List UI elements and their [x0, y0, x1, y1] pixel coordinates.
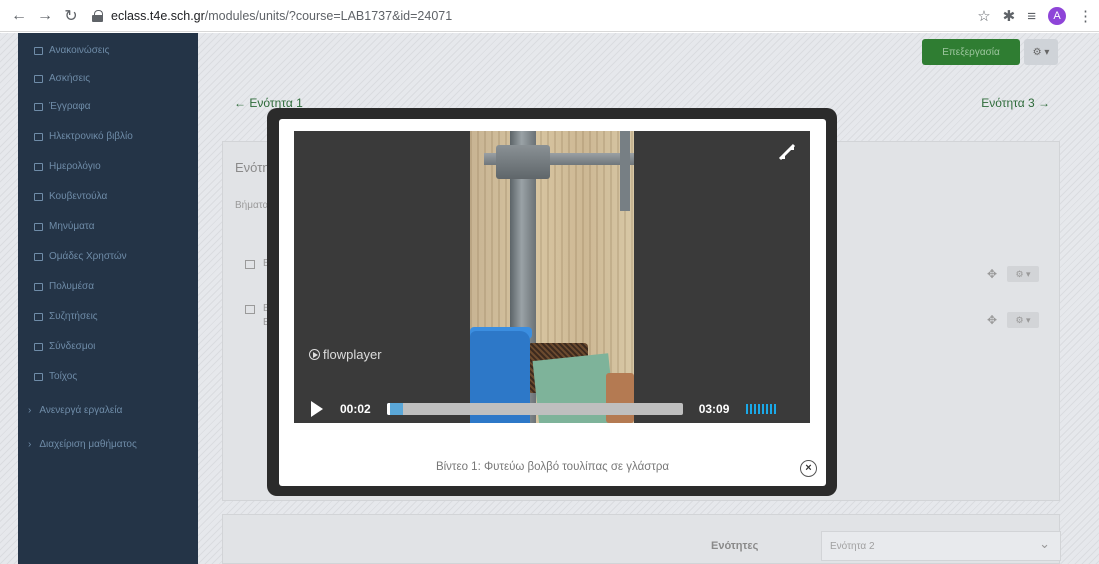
sidebar-item-announcements[interactable]: Ανακοινώσεις	[34, 45, 109, 56]
panel-subtitle: Βήματα	[235, 200, 269, 211]
fullscreen-icon[interactable]	[778, 143, 796, 161]
sidebar-item-links[interactable]: Σύνδεσμοι	[34, 341, 95, 352]
folder-icon	[34, 102, 43, 111]
units-nav-bar: Ενότητες Ενότητα 2	[222, 514, 1061, 564]
chat-icon	[34, 192, 43, 201]
sidebar-item-chat[interactable]: Κουβεντούλα	[34, 191, 107, 202]
elapsed-time: 00:02	[340, 402, 371, 416]
volume-bar	[754, 404, 757, 414]
playlist-icon[interactable]: ≡	[1027, 8, 1036, 25]
move-icon[interactable]: ✥	[987, 313, 997, 327]
edit-row-icon	[245, 305, 255, 314]
volume-bar	[766, 404, 769, 414]
duration-time: 03:09	[698, 402, 730, 416]
sidebar-item-calendar[interactable]: Ημερολόγιο	[34, 161, 101, 172]
announce-icon	[34, 46, 43, 55]
sidebar-item-exercises[interactable]: Ασκήσεις	[34, 73, 90, 84]
row-gear-icon[interactable]: ⚙ ▾	[1007, 312, 1039, 328]
units-label: Ενότητες	[711, 540, 759, 552]
url-path: /modules/units/?course=LAB1737&id=24071	[204, 9, 453, 23]
film-icon	[34, 282, 43, 291]
comments-icon	[34, 312, 43, 321]
sidebar-item-messages[interactable]: Μηνύματα	[34, 221, 95, 232]
volume-bar	[774, 404, 777, 414]
reload-icon[interactable]: ↻	[60, 5, 82, 27]
sidebar-item-ebook[interactable]: Ηλεκτρονικό βιβλίο	[34, 131, 133, 142]
mail-icon	[34, 222, 43, 231]
volume-bar	[762, 404, 765, 414]
video-caption: Βίντεο 1: Φυτεύω βολβό τουλίπας σε γλάστ…	[435, 461, 670, 473]
volume-bar	[746, 404, 749, 414]
browser-toolbar: ← → ↻ eclass.t4e.sch.gr/modules/units/?c…	[0, 0, 1099, 32]
edit-tools-button[interactable]: Επεξεργασία	[922, 39, 1020, 65]
sidebar: Ανακοινώσεις Ασκήσεις Έγγραφα Ηλεκτρονικ…	[18, 33, 198, 564]
next-unit-link[interactable]: Ενότητα 3 →	[981, 96, 1050, 110]
star-icon[interactable]: ☆	[977, 7, 990, 25]
row-gear-icon[interactable]: ⚙ ▾	[1007, 266, 1039, 282]
close-icon[interactable]: ×	[800, 460, 817, 477]
volume-bar	[770, 404, 773, 414]
url-host: eclass.t4e.sch.gr	[111, 9, 205, 23]
sidebar-item-groups[interactable]: Ομάδες Χρηστών	[34, 251, 127, 262]
units-select[interactable]: Ενότητα 2	[821, 531, 1061, 561]
video-modal: flowplayer 00:02 03:09 Βίντεο 1: Φυτεύω …	[279, 119, 826, 486]
pipe-clamp	[496, 145, 550, 179]
sidebar-item-forums[interactable]: Συζητήσεις	[34, 311, 98, 322]
users-icon	[34, 252, 43, 261]
menu-icon[interactable]: ⋮	[1078, 7, 1093, 25]
player-controls: 00:02 03:09	[294, 395, 810, 423]
avatar[interactable]: A	[1048, 7, 1066, 25]
sidebar-item-wall[interactable]: Τοίχος	[34, 371, 77, 382]
chevron-right-icon: ›	[28, 405, 32, 416]
exercise-icon	[34, 74, 43, 83]
volume-bar	[750, 404, 753, 414]
row-1-tools: ✥ ⚙ ▾	[987, 266, 1039, 282]
address-bar[interactable]: eclass.t4e.sch.gr/modules/units/?course=…	[92, 4, 962, 28]
seek-bar[interactable]	[386, 403, 683, 415]
video-player[interactable]: flowplayer 00:02 03:09	[294, 131, 810, 423]
sidebar-item-documents[interactable]: Έγγραφα	[34, 101, 91, 112]
video-row-icon	[245, 260, 255, 269]
chevron-right-icon: ›	[28, 439, 32, 450]
sidebar-item-multimedia[interactable]: Πολυμέσα	[34, 281, 94, 292]
wall-icon	[34, 372, 43, 381]
book-icon	[34, 132, 43, 141]
lock-icon	[92, 10, 103, 22]
move-icon[interactable]: ✥	[987, 267, 997, 281]
forward-icon[interactable]: →	[34, 5, 56, 27]
gear-icon[interactable]: ⚙ ▾	[1024, 39, 1058, 65]
link-icon	[34, 342, 43, 351]
video-frame	[470, 131, 634, 423]
back-icon[interactable]: ←	[8, 5, 30, 27]
progress-fill	[386, 403, 390, 415]
volume-bar	[758, 404, 761, 414]
play-icon[interactable]	[311, 401, 323, 417]
sidebar-section-inactive[interactable]: › Ανενεργά εργαλεία	[28, 405, 122, 416]
flowplayer-logo[interactable]: flowplayer	[309, 347, 382, 362]
brand-label: flowplayer	[323, 347, 382, 362]
puzzle-icon[interactable]: ✱	[1003, 7, 1016, 25]
metal-post	[620, 131, 630, 211]
sidebar-section-admin[interactable]: › Διαχείριση μαθήματος	[28, 439, 137, 450]
row-2-tools: ✥ ⚙ ▾	[987, 312, 1039, 328]
calendar-icon	[34, 162, 43, 171]
volume-bars[interactable]	[746, 404, 777, 414]
play-circle-icon	[309, 349, 320, 360]
browser-actions: ☆ ✱ ≡ A ⋮	[977, 4, 1093, 28]
